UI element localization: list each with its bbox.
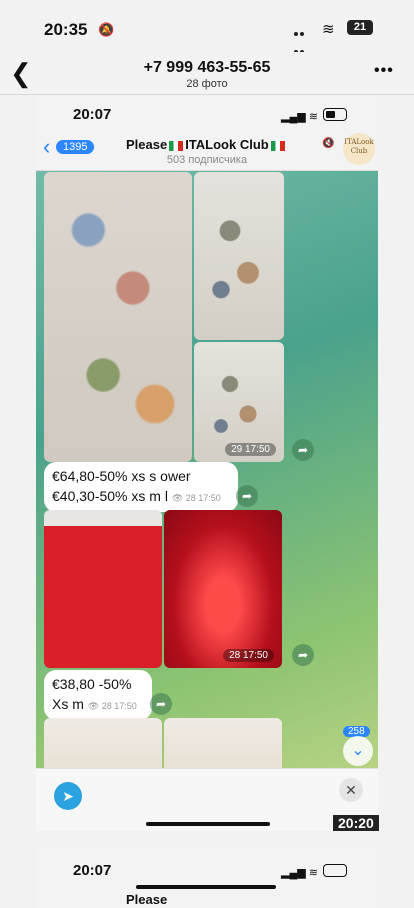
views-meta: 👁 28 17:50 [171, 493, 221, 503]
share-icon[interactable]: ➦ [236, 485, 258, 507]
channel-avatar[interactable]: ITALook Club [343, 133, 375, 165]
mute-icon: 🔇 [322, 138, 335, 149]
inner-battery-icon [323, 108, 347, 121]
channel-header: ‹ 1395 Please ITALook Club 🔇 503 подписчи… [36, 130, 378, 171]
album-timestamp: 29 17:50 [225, 443, 276, 456]
italy-flag-icon [169, 140, 184, 151]
preview-signal-icon: ▂▄▆ ≋ [281, 867, 318, 879]
channel-name: Please ITALook Club [126, 137, 287, 152]
preview-battery-icon [323, 864, 347, 877]
battery-icon: 21 [347, 20, 373, 35]
back-count-badge[interactable]: 1395 [56, 140, 95, 154]
telegram-icon[interactable]: ➤ [54, 782, 82, 810]
photo-red-dress[interactable] [44, 510, 162, 668]
message-line: €40,30-50% xs m l 👁 28 17:50 [52, 486, 230, 508]
inner-time: 20:07 [73, 106, 112, 123]
scroll-down-button[interactable]: ⌄ [343, 736, 373, 766]
views-meta: 👁 28 17:50 [87, 701, 137, 711]
subscriber-count: 503 подписчика [166, 154, 248, 166]
message-text: €40,30-50% xs m l [52, 488, 168, 504]
home-indicator [146, 822, 270, 826]
inner-signal-icon: ▂▄▆ ≋ [281, 111, 318, 123]
photo-jacket-back[interactable]: 29 17:50 [194, 342, 284, 462]
card-time: 20:20 [333, 815, 379, 831]
message-text: Xs m [52, 696, 84, 712]
message-bubble: €38,80 -50% Xs m 👁 28 17:50 [44, 670, 152, 720]
screenshot-image: 20:07 ▂▄▆ ≋ ‹ 1395 Please ITALook Club 🔇 … [36, 96, 378, 831]
message-line: Xs m 👁 28 17:50 [52, 694, 144, 716]
status-time: 20:35 [44, 20, 88, 39]
message-bubble: €64,80-50% xs s ower €40,30-50% xs m l 👁… [44, 462, 238, 512]
home-indicator [136, 885, 276, 889]
wifi-icon: ≋ [322, 21, 335, 38]
share-icon[interactable]: ➦ [292, 644, 314, 666]
photo-jacket-front[interactable] [194, 172, 284, 340]
status-bar: 20:35 🔕 ≋ 21 [0, 0, 414, 60]
more-icon[interactable]: ••• [374, 62, 394, 80]
channel-name-b: ITALook Club [185, 137, 269, 152]
channel-name-a: Please [126, 137, 168, 152]
bell-mute-icon: 🔕 [98, 22, 115, 37]
share-icon[interactable]: ➦ [150, 693, 172, 715]
photo-red-dress-back[interactable]: 28 17:50 [164, 510, 282, 668]
album-timestamp: 28 17:50 [223, 649, 274, 662]
viewer-header: ❮ +7 999 463-55-65 28 фото ••• [0, 52, 414, 95]
preview-time: 20:07 [73, 862, 112, 879]
close-button[interactable]: ✕ [339, 778, 363, 802]
views-time: 28 17:50 [101, 701, 137, 711]
screenshot-preview-2[interactable]: 20:07 ▂▄▆ ≋ Please [36, 848, 378, 908]
share-icon[interactable]: ➦ [292, 439, 314, 461]
views-time: 28 17:50 [185, 493, 221, 503]
message-line: €64,80-50% xs s ower [52, 468, 191, 484]
share-card: ➤ ✕ 20:20 [36, 768, 379, 831]
photo-count: 28 фото [186, 78, 228, 90]
contact-phone: +7 999 463-55-65 [143, 59, 271, 76]
photo-pants[interactable] [44, 172, 192, 462]
message-line: €38,80 -50% [52, 676, 132, 692]
italy-flag-icon [270, 140, 285, 151]
